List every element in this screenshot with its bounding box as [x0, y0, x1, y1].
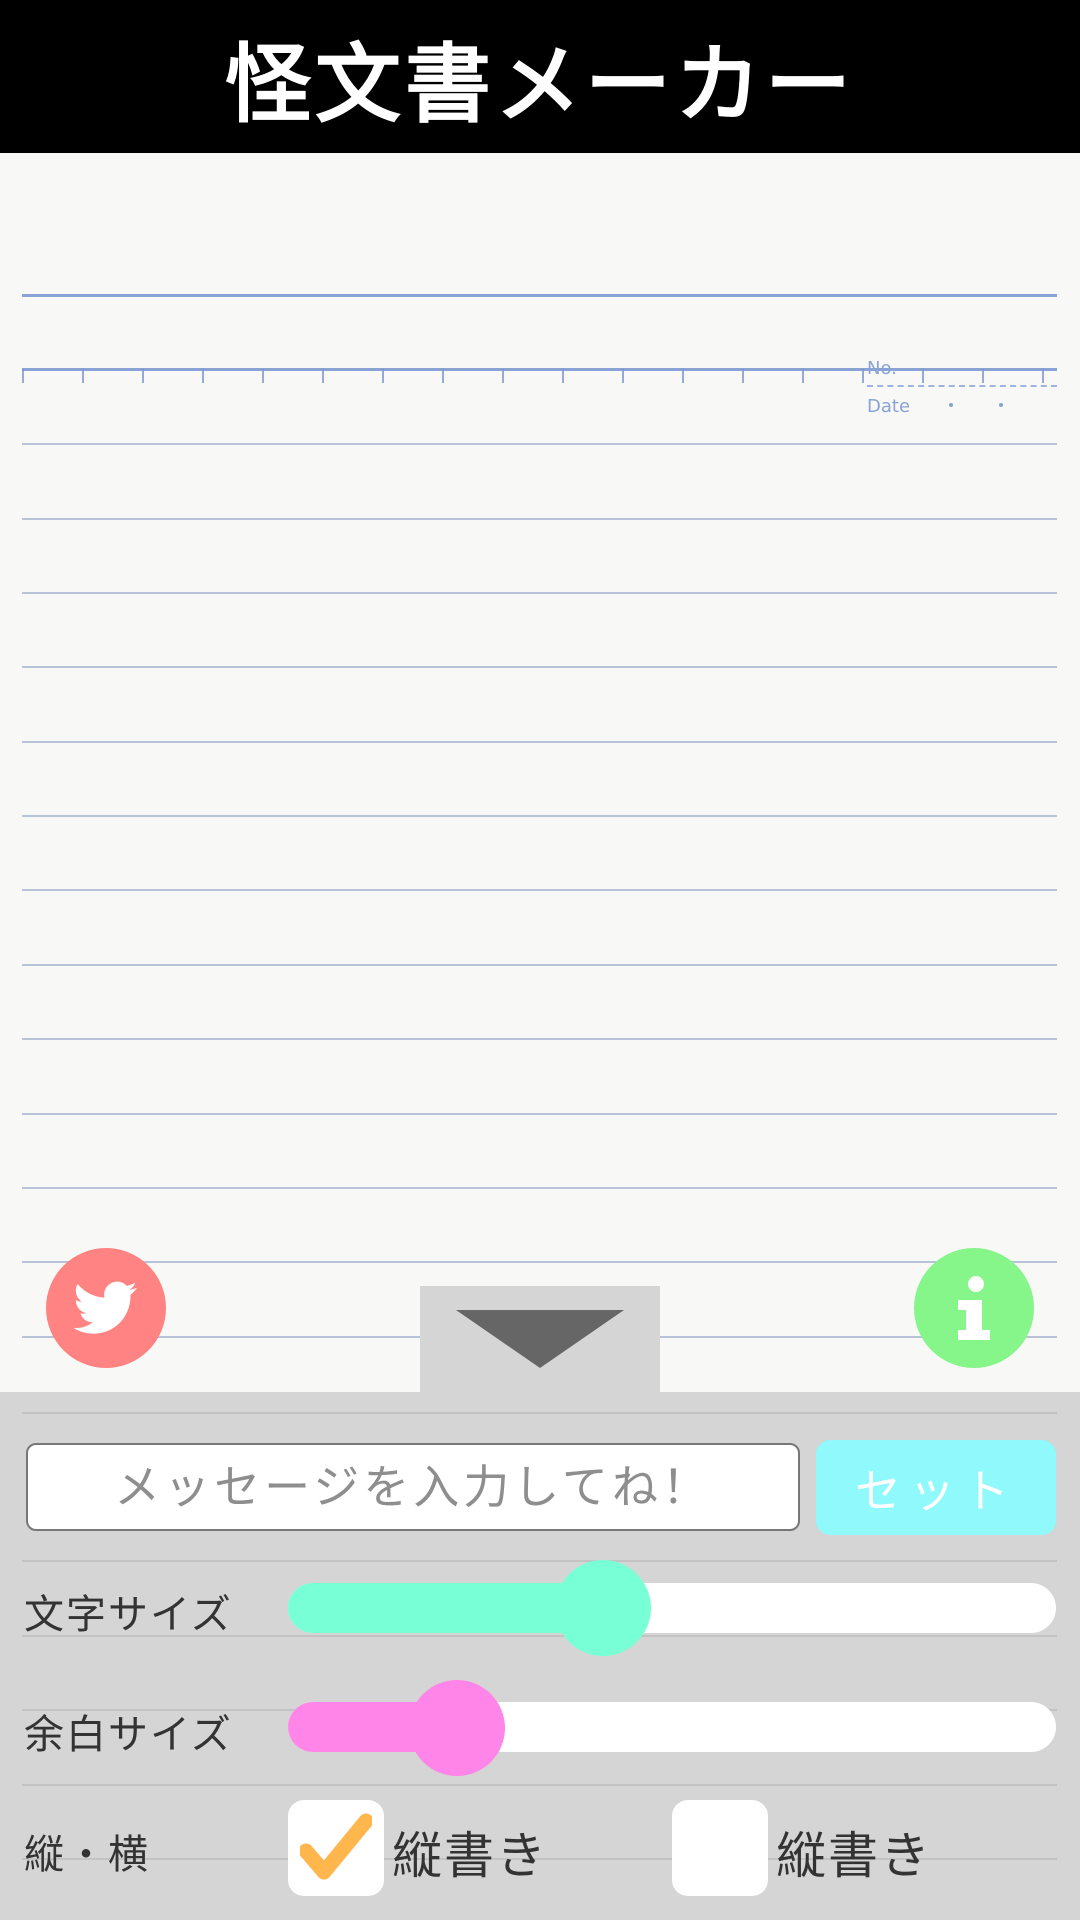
margin-size-slider[interactable] [288, 1702, 1056, 1752]
app-title: 怪文書メーカー [225, 34, 855, 135]
font-size-slider[interactable] [288, 1583, 1056, 1633]
paper-rule [22, 741, 1057, 743]
paper-rule [22, 518, 1057, 520]
date-dot [949, 403, 953, 407]
app-header: 怪文書メーカー [0, 0, 1080, 153]
paper-rule [22, 1038, 1057, 1040]
paper-rule [22, 443, 1057, 445]
triangle-down-icon [456, 1310, 624, 1368]
twitter-bird-icon [74, 1281, 137, 1334]
orientation-label: 縦・横 [24, 1832, 150, 1878]
info-icon [958, 1276, 990, 1340]
paper-rule [22, 592, 1057, 594]
checkmark-icon [300, 1813, 372, 1880]
paper-rule [22, 1187, 1057, 1189]
vertical-checkbox-2[interactable] [672, 1800, 768, 1896]
twitter-share-button[interactable] [46, 1248, 166, 1368]
message-input[interactable] [26, 1443, 800, 1531]
panel-toggle-button[interactable] [420, 1286, 660, 1392]
vertical-checkbox-1[interactable] [288, 1800, 384, 1896]
vertical-option-2-label: 縦書き [776, 1827, 932, 1885]
set-button[interactable]: セット [816, 1440, 1056, 1535]
paper-rule [22, 294, 1057, 297]
paper-rule [22, 1261, 1057, 1263]
ruler-ticks [22, 369, 1057, 383]
notebook-paper: No. Date [0, 153, 1080, 1393]
info-button[interactable] [914, 1248, 1034, 1368]
paper-rule [22, 889, 1057, 891]
margin-size-label: 余白サイズ [24, 1712, 233, 1758]
no-date-block: No. Date [867, 358, 1057, 418]
paper-rule [22, 815, 1057, 817]
paper-rule [22, 666, 1057, 668]
panel-separator [22, 1784, 1057, 1786]
date-dot [999, 403, 1003, 407]
margin-size-slider-thumb[interactable] [408, 1680, 505, 1776]
paper-rule [22, 1113, 1057, 1115]
paper-rule [22, 964, 1057, 966]
font-size-label: 文字サイズ [24, 1592, 233, 1638]
font-size-slider-thumb[interactable] [554, 1560, 651, 1656]
panel-separator [22, 1412, 1057, 1414]
vertical-option-1-label: 縦書き [392, 1827, 548, 1885]
panel-separator [22, 1560, 1057, 1562]
no-underline [867, 385, 1057, 387]
date-label: Date [867, 396, 911, 417]
